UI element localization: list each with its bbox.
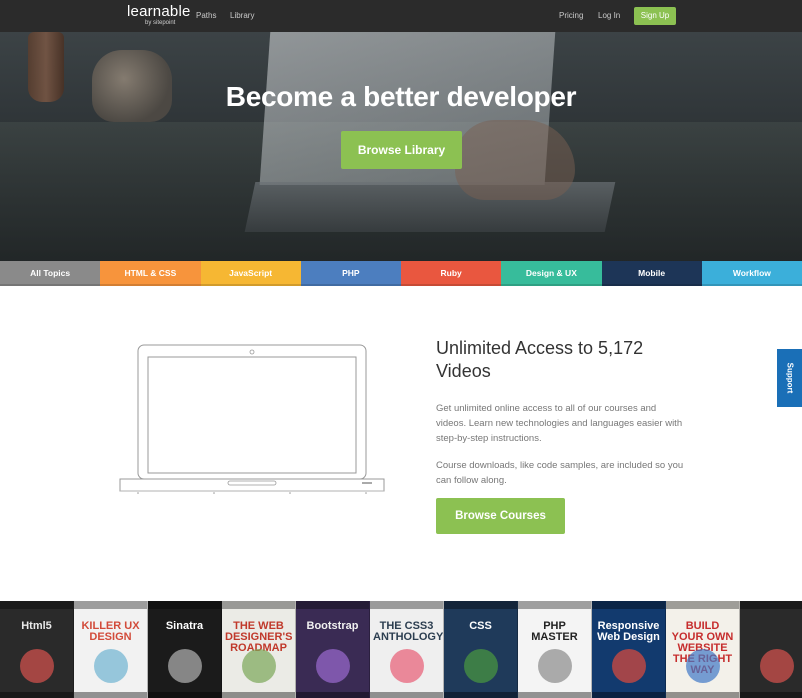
topic-tab[interactable]: PHP (300, 261, 401, 286)
top-nav: learnable by sitepoint Paths Library Pri… (0, 0, 802, 32)
book-cover-header (592, 601, 665, 609)
book-title: PHP MASTER (531, 620, 578, 643)
hero-banner: Become a better developer Browse Library (0, 32, 802, 261)
logo-text: learnable (127, 3, 191, 20)
book-cover-art (168, 649, 202, 683)
sign-up-button[interactable]: Sign Up (634, 7, 676, 25)
book-cover-art (538, 649, 572, 683)
book-cover-header (296, 601, 369, 609)
book-covers-strip: Html5 KILLER UX DESIGN Sinatra THE WEB DESI… (0, 601, 802, 698)
topic-tab[interactable]: JavaScript (200, 261, 301, 286)
book-cover-footer (666, 692, 739, 698)
book-cover-art (242, 649, 276, 683)
book-title: Bootstrap (306, 620, 359, 632)
book-cover-footer (222, 692, 295, 698)
book-cover[interactable]: CSS (444, 601, 518, 698)
book-title: Sinatra (165, 620, 204, 632)
book-cover[interactable]: Bootstrap (296, 601, 370, 698)
book-cover-footer (370, 692, 443, 698)
topic-tab[interactable]: All Topics (0, 261, 101, 286)
book-cover[interactable]: THE CSS3 ANTHOLOGY (370, 601, 444, 698)
book-title: Responsive Web Design (597, 620, 660, 643)
nav-link-paths[interactable]: Paths (196, 11, 216, 20)
book-cover-header (74, 601, 147, 609)
book-cover-header (518, 601, 591, 609)
hand-photo (455, 120, 575, 200)
logo[interactable]: learnable by sitepoint (127, 4, 191, 26)
main-title: Unlimited Access to 5,172 Videos (436, 338, 644, 381)
book-cover-header (222, 601, 295, 609)
book-title: THE CSS3 ANTHOLOGY (373, 620, 444, 643)
book-cover-art (686, 649, 720, 683)
nav-link-pricing[interactable]: Pricing (559, 11, 583, 20)
book-cover-art (612, 649, 646, 683)
book-cover[interactable] (740, 601, 802, 698)
book-cover-art (94, 649, 128, 683)
browse-courses-button[interactable]: Browse Courses (436, 498, 565, 534)
book-cover[interactable]: KILLER UX DESIGN (74, 601, 148, 698)
book-cover-header (148, 601, 221, 609)
support-label: Support (785, 362, 794, 394)
topic-tab[interactable]: Mobile (601, 261, 702, 286)
book-cover-art (760, 649, 794, 683)
topic-bar: All Topics HTML & CSS JavaScript PHP Ruby Des… (0, 261, 802, 286)
book-cover-header (740, 601, 802, 609)
book-cover-header (0, 601, 73, 609)
book-title: KILLER UX DESIGN (81, 620, 140, 643)
book-cover-footer (518, 692, 591, 698)
logo-subtext: by sitepoint (145, 20, 176, 26)
laptop-outline-icon (119, 344, 385, 494)
book-cover-footer (592, 692, 665, 698)
browse-library-button[interactable]: Browse Library (341, 131, 462, 169)
book-cover-footer (148, 692, 221, 698)
main-paragraph-1: Get unlimited online access to all of ou… (436, 403, 683, 444)
book-cover-header (444, 601, 517, 609)
book-cover-header (370, 601, 443, 609)
book-cover[interactable]: Responsive Web Design (592, 601, 666, 698)
main-paragraph-2: Course downloads, like code samples, are… (436, 460, 684, 486)
book-title: Html5 (21, 620, 52, 632)
nav-link-library[interactable]: Library (230, 11, 254, 20)
topic-tab[interactable]: Design & UX (501, 261, 602, 286)
book-cover-footer (74, 692, 147, 698)
book-cover[interactable]: THE WEB DESIGNER'S ROADMAP (222, 601, 296, 698)
book-cover-footer (0, 692, 73, 698)
book-cover-art (316, 649, 350, 683)
book-title: CSS (469, 620, 492, 632)
book-cover[interactable]: Sinatra (148, 601, 222, 698)
book-cover-art (464, 649, 498, 683)
topic-tab[interactable]: Ruby (401, 261, 502, 286)
book-cover[interactable]: BUILD YOUR OWN WEBSITE THE RIGHT WAY (666, 601, 740, 698)
support-tab[interactable]: Support (777, 349, 802, 407)
topic-tab[interactable]: Workflow (701, 261, 802, 286)
topic-tab[interactable]: HTML & CSS (100, 261, 201, 286)
book-cover-header (666, 601, 739, 609)
nav-link-login[interactable]: Log In (598, 11, 620, 20)
book-cover-art (390, 649, 424, 683)
book-cover-footer (740, 692, 802, 698)
hero-title: Become a better developer (225, 81, 577, 112)
book-cover-footer (296, 692, 369, 698)
book-cover-footer (444, 692, 517, 698)
book-cover[interactable]: PHP MASTER (518, 601, 592, 698)
book-cover-art (20, 649, 54, 683)
book-cover[interactable]: Html5 (0, 601, 74, 698)
